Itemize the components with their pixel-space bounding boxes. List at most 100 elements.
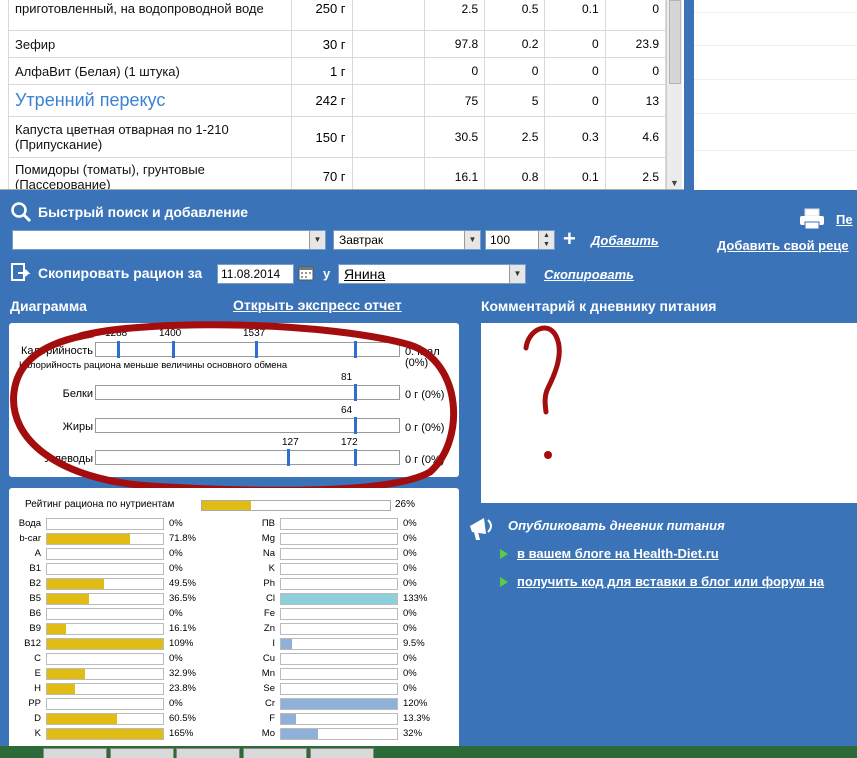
food-row[interactable]: приготовленный, на водопроводной воде 250…	[7, 0, 667, 31]
nutrient-fill	[281, 729, 318, 739]
nutrient-value: 165%	[169, 728, 194, 739]
nutrient-bar	[280, 653, 398, 665]
calories-percent: (0%)	[405, 357, 429, 369]
food-search-input[interactable]: ▼	[12, 230, 326, 250]
cal-tick-1: 1288	[105, 328, 128, 339]
calories-marker	[255, 341, 258, 358]
food-fat: 0	[544, 30, 606, 58]
nutrient-row: Ph 0%	[243, 577, 443, 592]
stepper-arrows-icon[interactable]: ▲ ▼	[538, 231, 554, 249]
nutrient-bar	[280, 578, 398, 590]
meal-row[interactable]: Утренний перекус 242 г 75 5 0 13	[7, 84, 667, 117]
user-select-value: Янина	[344, 266, 386, 282]
food-name: АлфаВит (Белая) (1 штука)	[7, 57, 293, 85]
print-link[interactable]: Пе	[836, 212, 853, 227]
food-row[interactable]: АлфаВит (Белая) (1 штука) 1 г0000	[7, 57, 667, 85]
nutrient-row: Fe 0%	[243, 607, 443, 622]
nutrient-row: B12 109%	[9, 637, 209, 652]
taskbar-button[interactable]	[243, 748, 307, 758]
scrollbar-thumb[interactable]	[669, 0, 681, 84]
taskbar-button[interactable]	[310, 748, 374, 758]
calories-row: Калорийность 0. ккал	[9, 341, 459, 362]
nutrient-row: K 165%	[9, 727, 209, 742]
quick-search-label: Быстрый поиск и добавление	[38, 204, 249, 220]
food-carbs: 13	[604, 84, 667, 117]
food-blank-cell	[351, 84, 425, 117]
nutrient-value: 0%	[403, 683, 417, 694]
add-recipe-link[interactable]: Добавить свой реце	[717, 238, 849, 253]
chevron-down-icon[interactable]: ▼	[464, 231, 480, 249]
rating-value: 26%	[395, 499, 416, 510]
nutrient-row: Zn 0%	[243, 622, 443, 637]
nutrient-bar	[46, 578, 164, 590]
food-table-scrollbar[interactable]: ▼	[666, 0, 682, 189]
copy-ration-label: Скопировать рацион за	[38, 265, 203, 281]
nutrient-name: K	[268, 563, 275, 574]
nutrient-fill	[47, 669, 85, 679]
nutrient-row: A 0%	[9, 547, 209, 562]
food-row[interactable]: Помидоры (томаты), грунтовые (Пассерован…	[7, 157, 667, 189]
food-row[interactable]: Зефир 30 г 97.8 0.2 0 23.9	[7, 30, 667, 58]
protein-tick: 81	[341, 372, 353, 383]
protein-row: Белки 0 г (0%)	[9, 384, 459, 405]
nutrient-fill	[47, 579, 104, 589]
nutrient-name: B2	[29, 578, 41, 589]
nutrient-value: 0%	[403, 608, 417, 619]
nutrients-panel: Рейтинг рациона по нутриентам 26% Вода 0%…	[9, 488, 459, 758]
meal-select[interactable]: Завтрак ▼	[333, 230, 481, 250]
express-report-link[interactable]: Открыть экспресс отчет	[233, 297, 402, 313]
plus-icon[interactable]: +	[563, 226, 576, 252]
protein-label: Белки	[62, 388, 93, 400]
printer-icon[interactable]	[798, 208, 826, 230]
nutrient-fill	[47, 594, 89, 604]
add-button[interactable]: Добавить	[591, 233, 659, 248]
publish-embed-link[interactable]: получить код для вставки в блог или фору…	[517, 574, 824, 589]
quantity-stepper[interactable]: 100 ▲ ▼	[485, 230, 555, 250]
date-input[interactable]: 11.08.2014	[217, 264, 294, 284]
calories-marker	[354, 341, 357, 358]
nutrient-value: 120%	[403, 698, 428, 709]
arrow-right-icon	[500, 577, 508, 587]
nutrient-bar	[46, 668, 164, 680]
carbs-tick-2: 172	[341, 437, 358, 448]
comment-textarea[interactable]	[481, 323, 857, 503]
taskbar-button[interactable]	[43, 748, 107, 758]
nutrient-bar	[280, 713, 398, 725]
nutrient-bar	[46, 593, 164, 605]
chevron-down-icon[interactable]: ▼	[509, 265, 525, 283]
taskbar-button[interactable]	[176, 748, 240, 758]
publish-blog-link[interactable]: в вашем блоге на Health-Diet.ru	[517, 546, 719, 561]
taskbar-button[interactable]	[110, 748, 174, 758]
nutrient-row: ПВ 0%	[243, 517, 443, 532]
nutrient-value: 60.5%	[169, 713, 196, 724]
nutrient-name: Mn	[261, 668, 275, 679]
nutrient-name: D	[34, 713, 41, 724]
nutrient-row: H 23.8%	[9, 682, 209, 697]
food-qty: 1 г	[291, 57, 353, 85]
nutrient-bar	[46, 683, 164, 695]
nutrient-fill	[47, 714, 117, 724]
user-select[interactable]: Янина ▼	[338, 264, 526, 284]
right-top-panel	[694, 0, 857, 190]
megaphone-icon	[470, 518, 492, 540]
calendar-icon[interactable]	[298, 265, 314, 281]
scroll-down-icon[interactable]: ▼	[670, 178, 679, 188]
nutrient-bar	[280, 698, 398, 710]
nutrient-fill	[281, 699, 397, 709]
food-carbs: 0	[604, 0, 667, 31]
copy-button[interactable]: Скопировать	[544, 267, 634, 282]
food-fat: 0	[544, 57, 606, 85]
nutrient-value: 0%	[169, 518, 183, 529]
nutrient-row: Cr 120%	[243, 697, 443, 712]
fat-marker	[354, 417, 357, 434]
nutrient-value: 0%	[403, 578, 417, 589]
food-row[interactable]: Капуста цветная отварная по 1-210 (Припу…	[7, 116, 667, 158]
nutrient-value: 133%	[403, 593, 428, 604]
nutrient-name: B12	[24, 638, 41, 649]
chevron-down-icon[interactable]: ▼	[309, 231, 325, 249]
food-calories: 16.1	[423, 157, 486, 189]
rating-fill	[202, 501, 251, 510]
food-blank-cell	[351, 116, 425, 158]
nutrient-row: D 60.5%	[9, 712, 209, 727]
nutrient-row: I 9.5%	[243, 637, 443, 652]
